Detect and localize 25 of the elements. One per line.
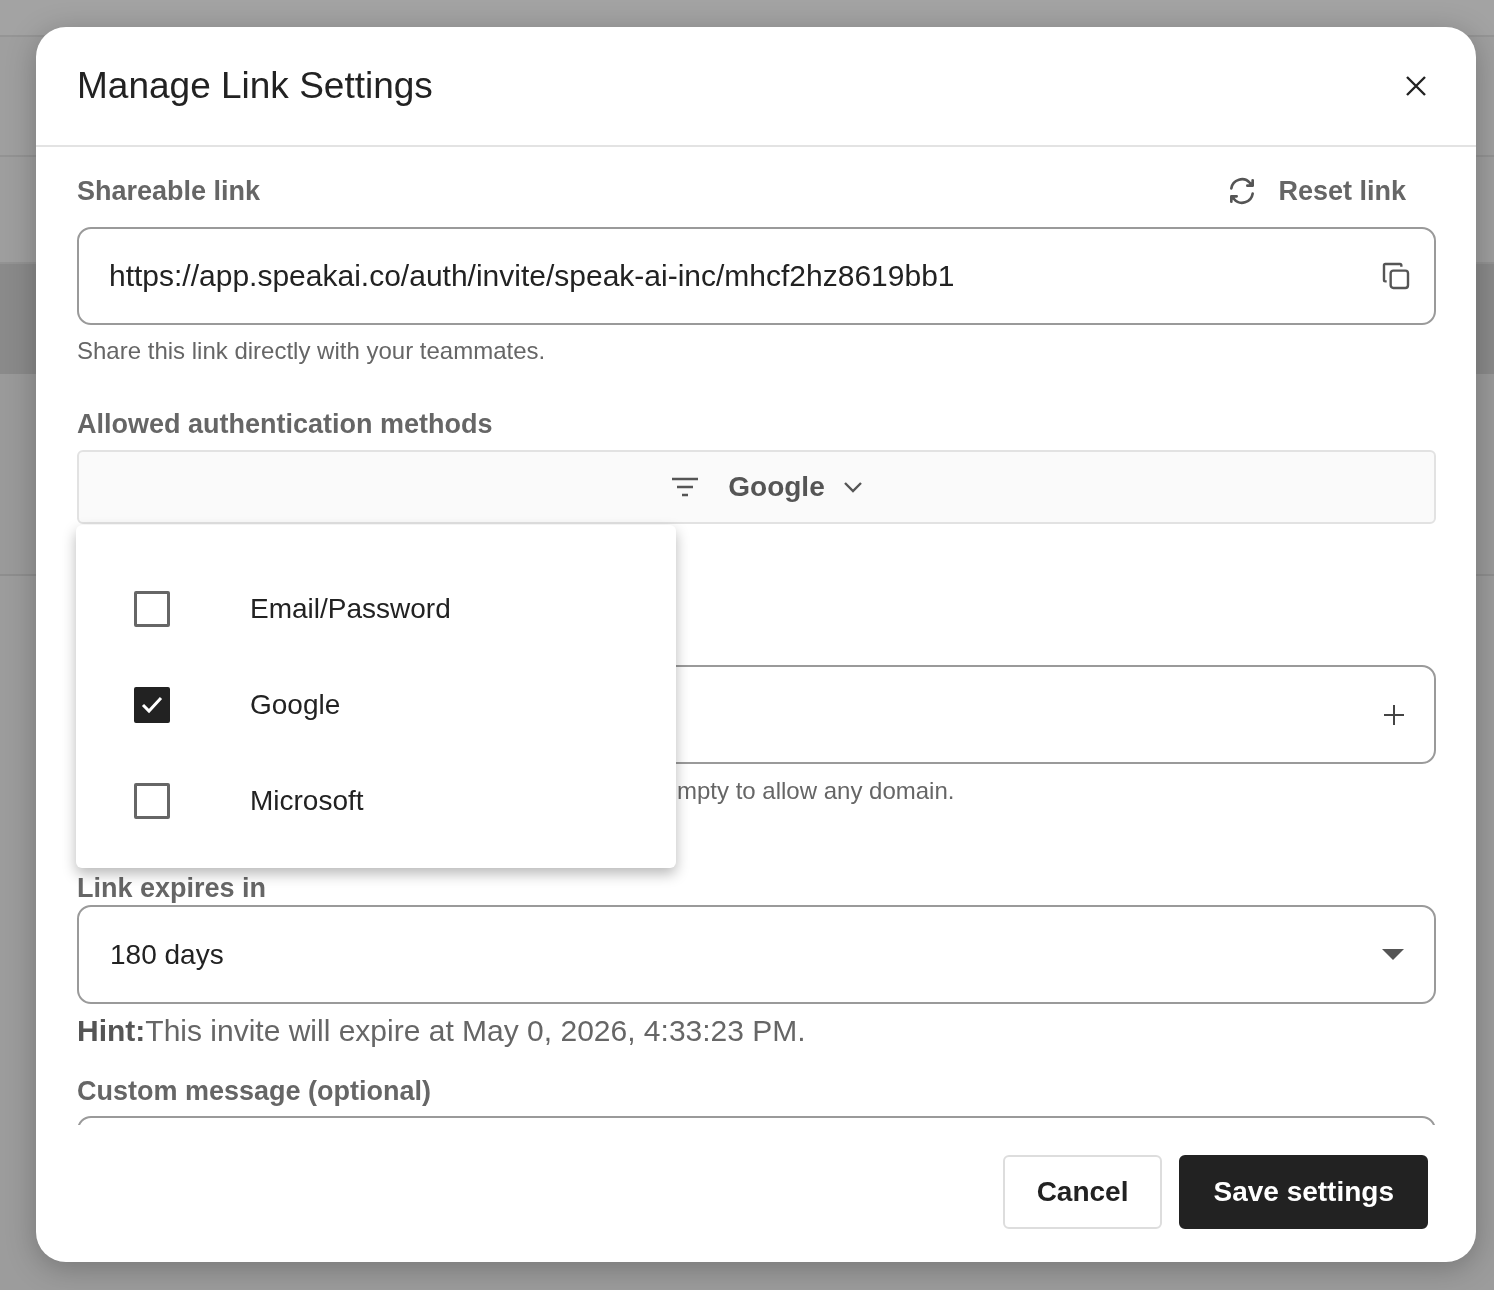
checkbox[interactable] — [134, 591, 170, 627]
checkbox[interactable] — [134, 783, 170, 819]
dialog-title: Manage Link Settings — [77, 65, 433, 107]
field-label: Shareable link — [77, 175, 261, 207]
helper-text: mpty to allow any domain. — [677, 777, 955, 805]
field-label: Custom message (optional) — [77, 1076, 432, 1107]
expiry-select[interactable]: 180 days — [77, 905, 1436, 1004]
copy-icon[interactable] — [1380, 260, 1412, 292]
save-button[interactable]: Save settings — [1179, 1155, 1428, 1229]
cancel-button[interactable]: Cancel — [1002, 1155, 1163, 1229]
chevron-down-icon — [842, 480, 863, 494]
link-field[interactable]: https://app.speakai.co/auth/invite/speak-ai-inc/mhcf2hz8619bb1 — [77, 227, 1436, 325]
hint-text: Hint:This invite will expire at May 0, 2026, 4:33:23 PM. — [77, 1014, 806, 1048]
reset-link-button[interactable]: Reset link — [1226, 175, 1436, 207]
field-label: Allowed authentication methods — [77, 409, 493, 440]
checkbox[interactable] — [134, 687, 170, 723]
dropdown-arrow-icon — [1382, 948, 1404, 961]
field-label: Link expires in — [77, 873, 267, 903]
auth-method-dropdown[interactable]: Google — [77, 450, 1436, 524]
filter-icon — [670, 475, 701, 499]
helper-text: Share this link directly with your teammates. — [77, 337, 546, 365]
menu-option[interactable]: Google — [76, 657, 676, 753]
plus-icon[interactable] — [1382, 702, 1406, 727]
menu-option[interactable]: Microsoft — [76, 753, 676, 849]
menu-option[interactable]: Email/Password — [76, 561, 676, 657]
